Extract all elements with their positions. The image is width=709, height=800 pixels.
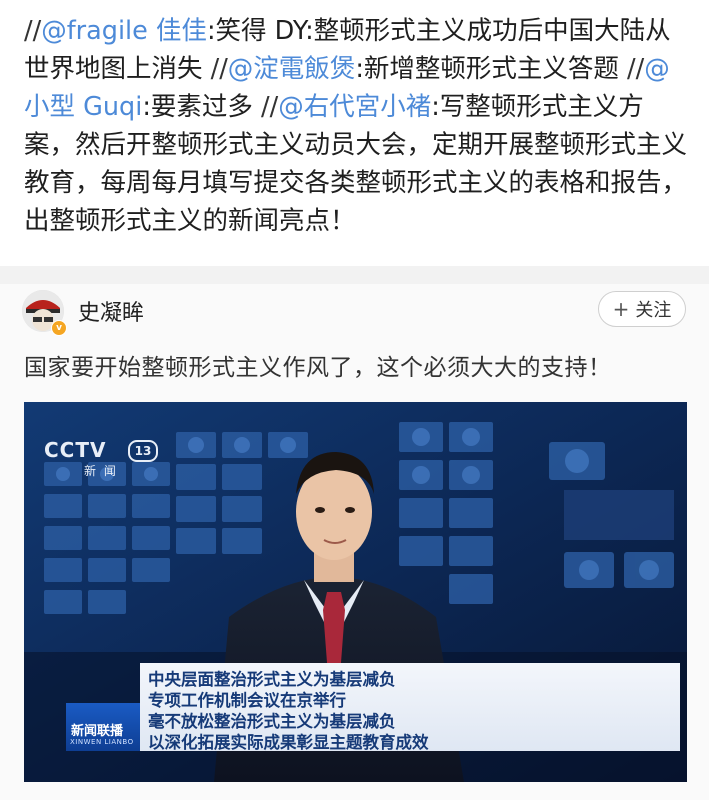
username[interactable]: 史凝眸 [78, 295, 144, 327]
repost-segment: :要素过多 [142, 92, 262, 122]
mention-link[interactable]: @右代宮小褚 [278, 92, 431, 122]
repost-separator: // [261, 92, 279, 122]
divider [0, 266, 709, 284]
cctv-logo: CCTV [44, 438, 107, 462]
repost-segment: :新增整顿形式主义答题 [355, 54, 628, 84]
verified-badge-icon: v [51, 320, 67, 336]
mention-link[interactable]: @淀電飯煲 [228, 54, 356, 84]
follow-button[interactable]: + 关注 [598, 291, 686, 327]
repost-separator: // [627, 54, 645, 84]
mention-link[interactable]: @fragile 佳佳 [41, 16, 207, 46]
plus-icon: + [612, 297, 630, 321]
post-text: 国家要开始整顿形式主义作风了，这个必须大大的支持！ [24, 355, 612, 381]
channel-number: 13 [128, 440, 158, 462]
program-logo-subtext: XINWEN LIANBO [70, 738, 134, 746]
repost-separator: // [210, 54, 228, 84]
repost-text: //@fragile 佳佳:笑得 DY:整顿形式主义成功后中国大陆从世界地图上消… [24, 12, 694, 240]
follow-label: 关注 [635, 300, 672, 321]
channel-subtitle: 新 闻 [84, 464, 118, 478]
program-logo-text: 新闻联播 [71, 724, 124, 739]
ticker-line: 以深化拓展实际成果彰显主题教育成效 [148, 733, 429, 752]
repost-separator: // [24, 16, 42, 46]
